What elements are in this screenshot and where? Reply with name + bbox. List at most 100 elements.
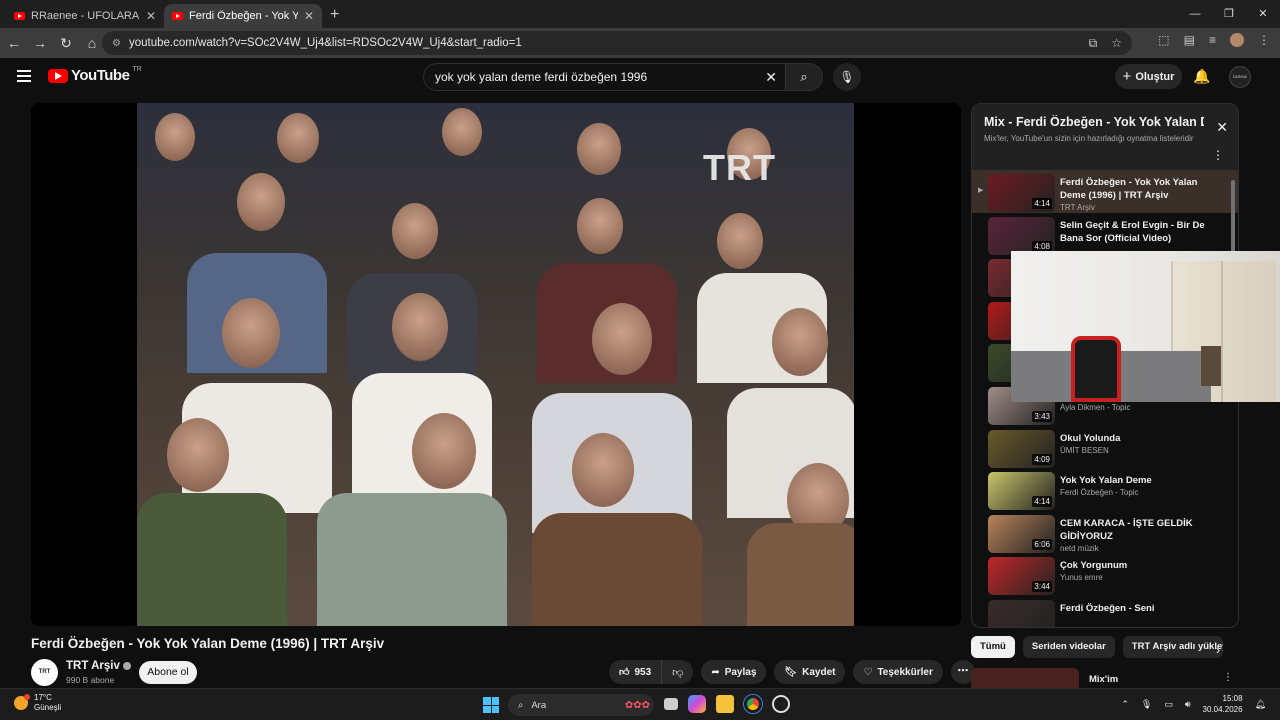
dislike-button[interactable]: 👎︎ [662, 660, 693, 684]
close-tab-icon[interactable]: ✕ [146, 9, 156, 23]
playlist-item-channel: Yunus emre [1060, 573, 1103, 583]
share-button[interactable]: ➦ Paylaş [701, 660, 767, 684]
playlist-item[interactable]: ▶ 4:14 Ferdi Özbeğen - Yok Yok Yalan Deme … [972, 170, 1238, 213]
search-button[interactable]: ⌕ [785, 63, 823, 91]
playlist-item[interactable]: 4:09 Okul Yolunda ÜMİT BESEN [972, 426, 1238, 469]
minimize-icon[interactable]: — [1178, 0, 1212, 28]
close-window-icon[interactable]: ✕ [1246, 0, 1280, 28]
region-code: TR [132, 66, 142, 73]
playlist-item-channel: ÜMİT BESEN [1060, 445, 1109, 455]
search-icon: ⌕ [518, 699, 524, 711]
obs-icon[interactable] [772, 695, 790, 713]
task-view-icon[interactable] [664, 698, 678, 710]
now-playing-icon: ▶ [978, 187, 984, 194]
chip-uploader[interactable]: TRT Arşiv adlı yükleyi [1122, 636, 1223, 658]
tab-title: Ferdi Özbeğen - Yok Yok Yalan [189, 10, 298, 22]
browser-tab-strip: RRaenee - UFOLARA İNANIYORU ✕ Ferdi Özbe… [0, 0, 1280, 28]
like-button[interactable]: 👍︎ 953 [609, 660, 663, 684]
video-frame: TRT [137, 103, 854, 626]
account-avatar[interactable]: DÜNYA [1229, 66, 1251, 88]
media-icon[interactable]: ▤ [1184, 33, 1195, 47]
file-explorer-icon[interactable] [716, 695, 734, 713]
network-icon[interactable]: ▭ [1164, 699, 1173, 710]
address-bar[interactable]: ⚙ youtube.com/watch?v=SOc2V4W_Uj4&list=R… [102, 31, 1132, 55]
time: 15:08 [1222, 694, 1243, 703]
youtube-play-icon [48, 68, 68, 83]
share-icon: ➦ [711, 666, 720, 678]
notifications-bell-icon[interactable]: 🔔 [1193, 68, 1210, 85]
clock[interactable]: 15:08 30.04.2026 [1203, 693, 1243, 715]
create-button[interactable]: + Oluştur [1115, 64, 1182, 89]
browser-menu-icon[interactable]: ⋮ [1258, 33, 1270, 47]
subscribe-button[interactable]: Abone ol [139, 661, 197, 684]
recommended-thumbnail [971, 668, 1079, 688]
bookmark-star-icon[interactable]: ☆ [1111, 36, 1122, 51]
window-controls: — ❐ ✕ [1178, 0, 1280, 28]
playlist-item-channel: Ferdi Özbeğen - Topic [1060, 488, 1139, 498]
browser-tab[interactable]: RRaenee - UFOLARA İNANIYORU ✕ [6, 4, 164, 28]
back-icon[interactable]: ← [2, 35, 26, 51]
menu-icon[interactable] [17, 70, 31, 85]
reading-list-icon[interactable]: ≡ [1209, 33, 1216, 47]
site-info-icon[interactable]: ⚙ [112, 38, 121, 49]
windows-start-icon[interactable] [483, 697, 499, 713]
playlist-item[interactable]: 4:08 Selin Geçit & Erol Evgin - Bir De Ba… [972, 213, 1238, 256]
taskbar-search[interactable]: ⌕ Ara ✿✿✿ [508, 694, 654, 716]
notifications-icon[interactable]: 🔔︎ [1255, 699, 1266, 710]
voice-search-icon[interactable]: 🎙 [833, 63, 861, 91]
tulip-icon: ✿✿✿ [624, 699, 650, 711]
browser-tab-active[interactable]: Ferdi Özbeğen - Yok Yok Yalan ✕ [164, 4, 322, 28]
youtube-logo[interactable]: YouTube TR [48, 66, 142, 84]
save-button[interactable]: 🔖︎ Kaydet [774, 660, 846, 684]
trt-watermark: TRT [703, 147, 776, 188]
channel-avatar[interactable]: TRT ARŞİV [31, 659, 58, 702]
microphone-icon[interactable]: 🎙 [1141, 699, 1152, 710]
playlist-more-icon[interactable]: ⋮ [1212, 148, 1224, 162]
weather-condition: Güneşli [34, 703, 62, 712]
youtube-favicon-icon [172, 12, 183, 20]
playlist-item[interactable]: 6:06 CEM KARACA - İŞTE GELDİK GİDİYORUZ ne… [972, 511, 1238, 554]
clear-search-icon[interactable]: ✕ [765, 69, 777, 86]
playlist-item-channel: netd müzik [1060, 543, 1099, 553]
restore-icon[interactable]: ❐ [1212, 0, 1246, 28]
search-input[interactable]: yok yok yalan deme ferdi özbeğen 1996 ✕ [423, 63, 786, 91]
home-icon[interactable]: ⌂ [80, 35, 104, 51]
playlist-title[interactable]: Mix - Ferdi Özbeğen - Yok Yok Yalan Deme… [984, 115, 1204, 129]
extensions-icon[interactable]: ⬚ [1158, 33, 1169, 47]
copilot-icon[interactable] [688, 695, 706, 713]
thanks-button[interactable]: ♡ Teşekkürler [853, 660, 943, 684]
reload-icon[interactable]: ↻ [54, 35, 78, 52]
volume-icon[interactable]: 🔊︎ [1185, 699, 1191, 710]
sunny-weather-icon [14, 694, 30, 710]
recommended-mix-item[interactable]: Mix'im ⋮ [971, 668, 1239, 688]
chip-series[interactable]: Seriden videolar [1022, 636, 1115, 658]
verified-check-icon [122, 661, 131, 670]
profile-avatar[interactable] [1230, 33, 1244, 47]
close-playlist-icon[interactable]: ✕ [1216, 119, 1228, 136]
install-app-icon[interactable]: ⧉ [1089, 36, 1098, 51]
super-thanks-icon: ♡ [863, 666, 873, 678]
channel-name[interactable]: TRT Arşiv [66, 660, 131, 672]
playlist-item-title: Yok Yok Yalan Deme [1060, 475, 1152, 487]
forward-icon[interactable]: → [28, 35, 52, 51]
playlist-item[interactable]: Ferdi Özbeğen - Seni [972, 596, 1238, 627]
close-tab-icon[interactable]: ✕ [304, 9, 314, 23]
chevron-right-icon[interactable]: › [1216, 643, 1220, 657]
playlist-item-title: Ferdi Özbeğen - Seni [1060, 602, 1155, 614]
tab-title: RRaenee - UFOLARA İNANIYORU [31, 10, 140, 22]
webcam-overlay [1011, 251, 1280, 402]
playlist-scrollbar[interactable] [1231, 180, 1235, 260]
chrome-icon[interactable] [744, 695, 762, 713]
video-actions: 👍︎ 953 👎︎ ➦ Paylaş 🔖︎ Kaydet ♡ Teşekkürler ⋯ [609, 660, 975, 684]
recommended-more-icon[interactable]: ⋮ [1223, 672, 1233, 683]
chip-all[interactable]: Tümü [971, 636, 1015, 658]
weather-widget[interactable]: 17°C Güneşli [14, 693, 61, 713]
date: 30.04.2026 [1202, 705, 1243, 714]
video-player[interactable]: TRT [31, 103, 961, 626]
show-hidden-icons[interactable]: ⌃ [1121, 699, 1129, 710]
playlist-item-channel: Ayla Dikmen - Topic [1060, 402, 1131, 412]
playlist-subtitle: Mix'ler, YouTube'un sizin için hazırladı… [984, 134, 1194, 143]
new-tab-button[interactable]: + [322, 4, 347, 28]
playlist-item[interactable]: 4:14 Yok Yok Yalan Deme Ferdi Özbeğen - To… [972, 468, 1238, 511]
playlist-item[interactable]: 3:44 Çok Yorgunum Yunus emre [972, 553, 1238, 596]
